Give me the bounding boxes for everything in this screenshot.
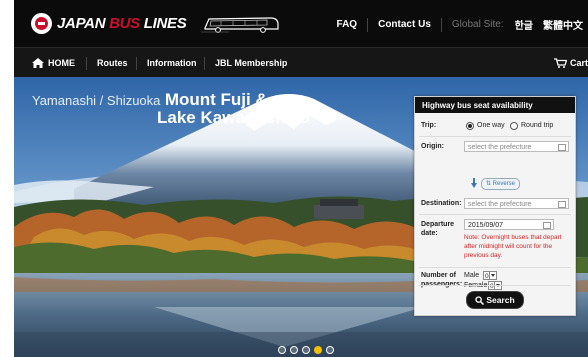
departure-date-value: 2015/09/07 [468,222,504,229]
destination-placeholder: select the prefecture [468,201,532,208]
widget-title: Highway bus seat availability [415,97,575,113]
slider-dot-5[interactable] [326,346,334,354]
chevron-down-icon [489,272,496,279]
site-logo[interactable]: JAPAN BUS LINES [31,13,187,34]
slider-dot-3[interactable] [302,346,310,354]
lang-chinese-link[interactable]: 繁體中文 [538,17,588,32]
departure-label-2: date: [421,230,438,237]
calendar-icon [543,222,551,229]
search-icon [475,295,485,305]
arrow-down-icon [471,178,477,188]
main-nav: HOME Routes Information JBL Membership C… [14,47,588,78]
departure-row: Departure date: 2015/09/07 Note: Overnig… [415,219,575,269]
origin-select[interactable]: select the prefecture [464,141,569,152]
page: JAPAN BUS LINES FAQ Contact Us Global Si… [14,0,588,357]
destination-row: Destination: select the prefecture [415,198,575,212]
contact-us-link[interactable]: Contact Us [368,19,441,30]
hero-title-line1: Mount Fuji & [164,90,268,109]
one-way-radio[interactable] [466,122,474,130]
home-icon [32,58,44,68]
divider [419,285,571,286]
search-label: Search [486,295,515,305]
nav-item-membership[interactable]: JBL Membership [215,48,287,78]
trip-row: Trip: One way Round trip [415,121,575,133]
slider-dots [278,346,334,354]
nav-item-information[interactable]: Information [147,48,197,78]
list-icon [558,144,566,151]
swap-icon: ⇅ [485,181,491,187]
departure-date-input[interactable]: 2015/09/07 [464,219,554,230]
nav-home-label: HOME [48,58,75,68]
round-trip-label: Round trip [521,122,554,129]
nav-information-label: Information [147,58,197,68]
lang-korean-link[interactable]: 한글 [510,17,538,32]
divider [419,214,571,215]
top-links: FAQ Contact Us Global Site: 한글 繁體中文 [327,17,588,32]
hero-title-line2: Lake Kawaguchiko [157,108,311,127]
trip-label: Trip: [421,122,437,129]
hero-banner: Yamanashi / Shizuoka Mount Fuji & Lake K… [14,77,588,357]
hero-title: Yamanashi / Shizuoka Mount Fuji & [32,91,268,109]
nav-membership-label: JBL Membership [215,58,288,68]
divider [419,267,571,268]
nav-routes-label: Routes [97,58,128,68]
male-label: Male [464,272,480,279]
search-button[interactable]: Search [466,291,524,309]
origin-row: Origin: select the prefecture [415,141,575,155]
divider [204,57,205,70]
cart-icon [553,58,567,68]
reverse-label: Reverse [492,181,516,187]
origin-placeholder: select the prefecture [468,144,532,151]
overnight-note: Note: Overnight buses that depart after … [464,234,562,259]
global-site-label: Global Site: [451,19,504,30]
logo-text: JAPAN BUS LINES [57,15,187,32]
male-count-select[interactable]: 0 [483,271,497,280]
hero-subtitle: Yamanashi / Shizuoka [32,93,161,108]
reverse-button[interactable]: ⇅ Reverse [481,178,520,190]
list-icon [558,201,566,208]
one-way-label: One way [477,122,505,129]
round-trip-radio[interactable] [510,122,518,130]
nav-item-cart[interactable]: Cart [553,48,588,78]
bus-illustration-icon [201,17,279,33]
divider [136,57,137,70]
seat-availability-widget: Highway bus seat availability Trip: One … [414,96,576,316]
origin-label: Origin: [421,143,444,150]
slider-dot-4[interactable] [314,346,322,354]
destination-select[interactable]: select the prefecture [464,198,569,209]
faq-link[interactable]: FAQ [327,19,368,30]
site-header: JAPAN BUS LINES FAQ Contact Us Global Si… [14,0,588,47]
divider [86,57,87,70]
passengers-label-1: Number of [421,272,456,279]
departure-label-1: Departure [421,221,455,228]
destination-label: Destination: [421,200,462,207]
slider-dot-2[interactable] [290,346,298,354]
slider-dot-1[interactable] [278,346,286,354]
nav-item-routes[interactable]: Routes [97,48,128,78]
nav-cart-label: Cart [569,58,588,68]
nav-item-home[interactable]: HOME [32,48,75,78]
logo-mark-icon [31,13,52,34]
divider [419,136,571,137]
